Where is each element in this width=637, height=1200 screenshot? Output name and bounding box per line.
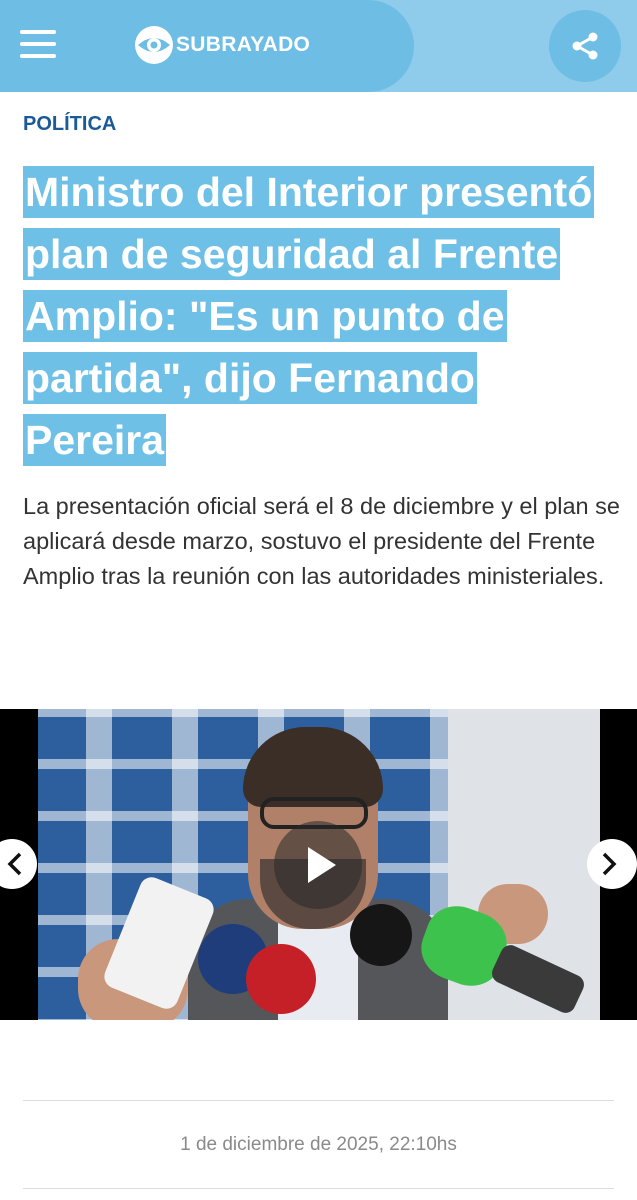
carousel-next-button[interactable]	[587, 839, 637, 889]
header-logo-pill: SUBRAYADO	[0, 0, 414, 92]
logo-text: SUBRAYADO	[176, 33, 311, 56]
carousel-prev-button[interactable]	[0, 839, 37, 889]
headline-text: Ministro del Interior presentó plan de s…	[23, 166, 595, 466]
article-date: 1 de diciembre de 2025, 22:10hs	[180, 1134, 457, 1155]
article-summary: La presentación oficial será el 8 de dic…	[23, 493, 620, 589]
share-button[interactable]	[549, 10, 621, 82]
share-icon	[572, 32, 598, 60]
article-category[interactable]: POLÍTICA	[23, 113, 116, 136]
play-button[interactable]	[274, 821, 362, 909]
divider	[23, 1100, 614, 1101]
divider	[23, 1188, 614, 1189]
microphone	[350, 904, 412, 966]
play-icon	[308, 847, 336, 883]
chevron-right-icon	[602, 852, 617, 876]
video-carousel	[0, 709, 637, 1020]
top-header: SUBRAYADO	[0, 0, 637, 92]
microphone	[246, 944, 316, 1014]
article-headline: Ministro del Interior presentó plan de s…	[23, 161, 623, 471]
site-logo[interactable]: SUBRAYADO	[133, 24, 310, 66]
hamburger-menu-icon[interactable]	[20, 30, 56, 60]
eye-logo-icon	[135, 26, 173, 64]
chevron-left-icon	[7, 852, 22, 876]
